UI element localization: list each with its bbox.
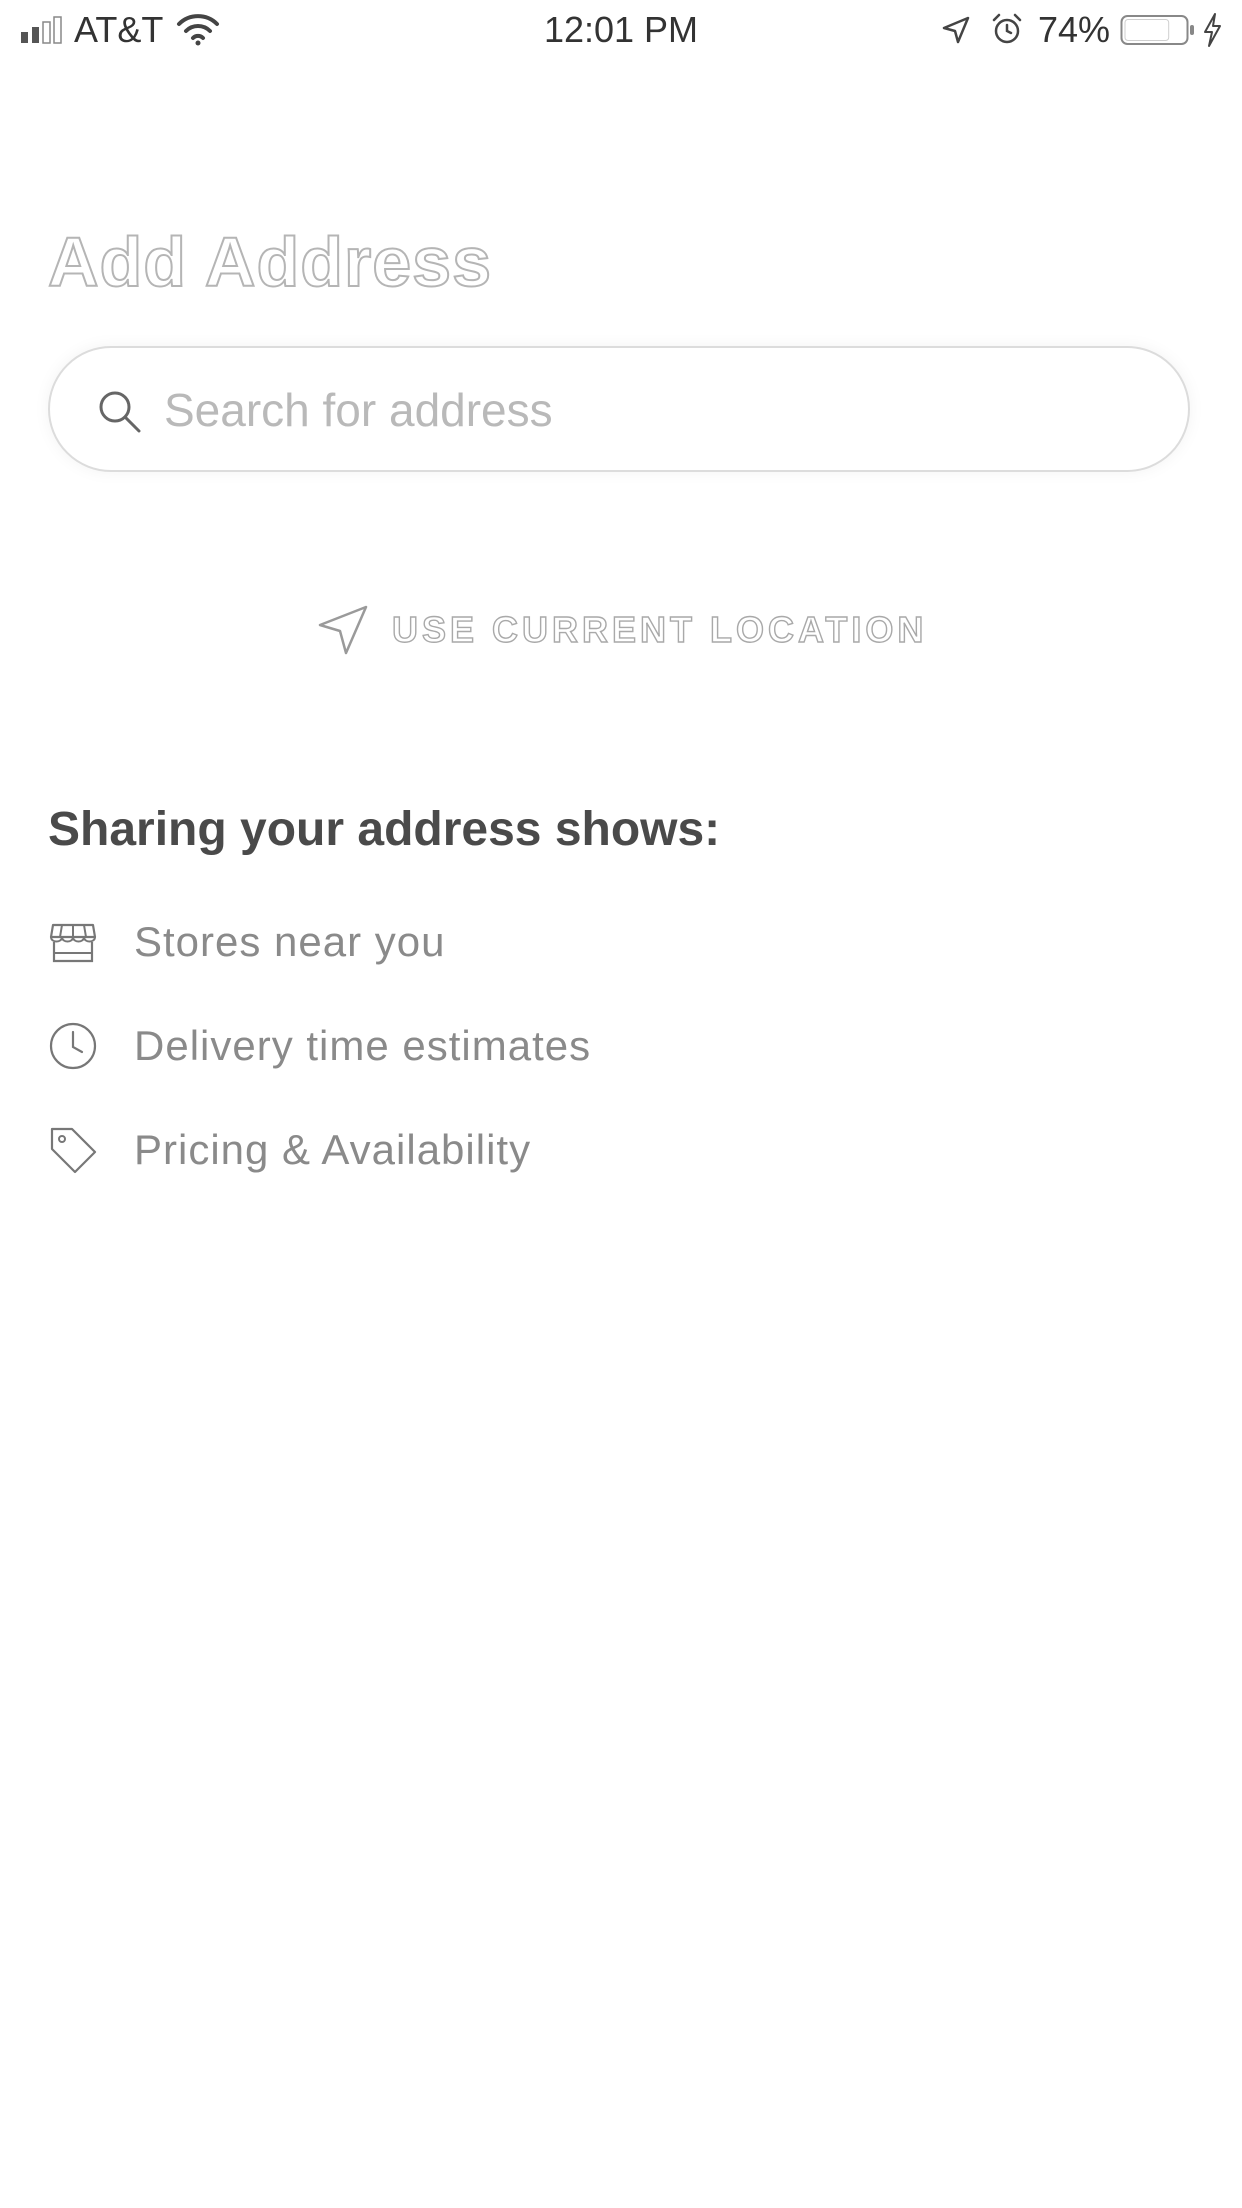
clock-icon: [49, 1022, 97, 1070]
benefit-item-delivery: Delivery time estimates: [48, 1016, 591, 1076]
use-current-location-button[interactable]: USE CURRENT LOCATION: [316, 600, 927, 660]
search-icon: [99, 391, 141, 433]
page-title: Add Address: [47, 222, 493, 302]
battery-icon: [1120, 15, 1194, 45]
battery-percent: 74%: [1038, 9, 1111, 50]
price-tag-icon: [50, 1127, 97, 1174]
charging-bolt-icon: [1204, 13, 1221, 47]
search-field[interactable]: [48, 346, 1190, 472]
search-input[interactable]: [164, 368, 1144, 452]
navigation-arrow-icon: [318, 605, 368, 655]
status-bar: AT&T 12:01 PM 74%: [0, 0, 1242, 60]
alarm-icon: [992, 13, 1022, 44]
benefit-item-pricing: Pricing & Availability: [48, 1120, 531, 1180]
store-icon: [49, 923, 97, 963]
benefit-label: Pricing & Availability: [134, 1126, 532, 1173]
benefit-label: Delivery time estimates: [134, 1022, 592, 1069]
benefit-label: Stores near you: [134, 918, 446, 965]
info-heading: Sharing your address shows:: [48, 803, 721, 856]
use-current-location-label: USE CURRENT LOCATION: [391, 608, 928, 650]
benefit-item-stores: Stores near you: [48, 912, 446, 972]
location-arrow-icon: [942, 16, 970, 44]
